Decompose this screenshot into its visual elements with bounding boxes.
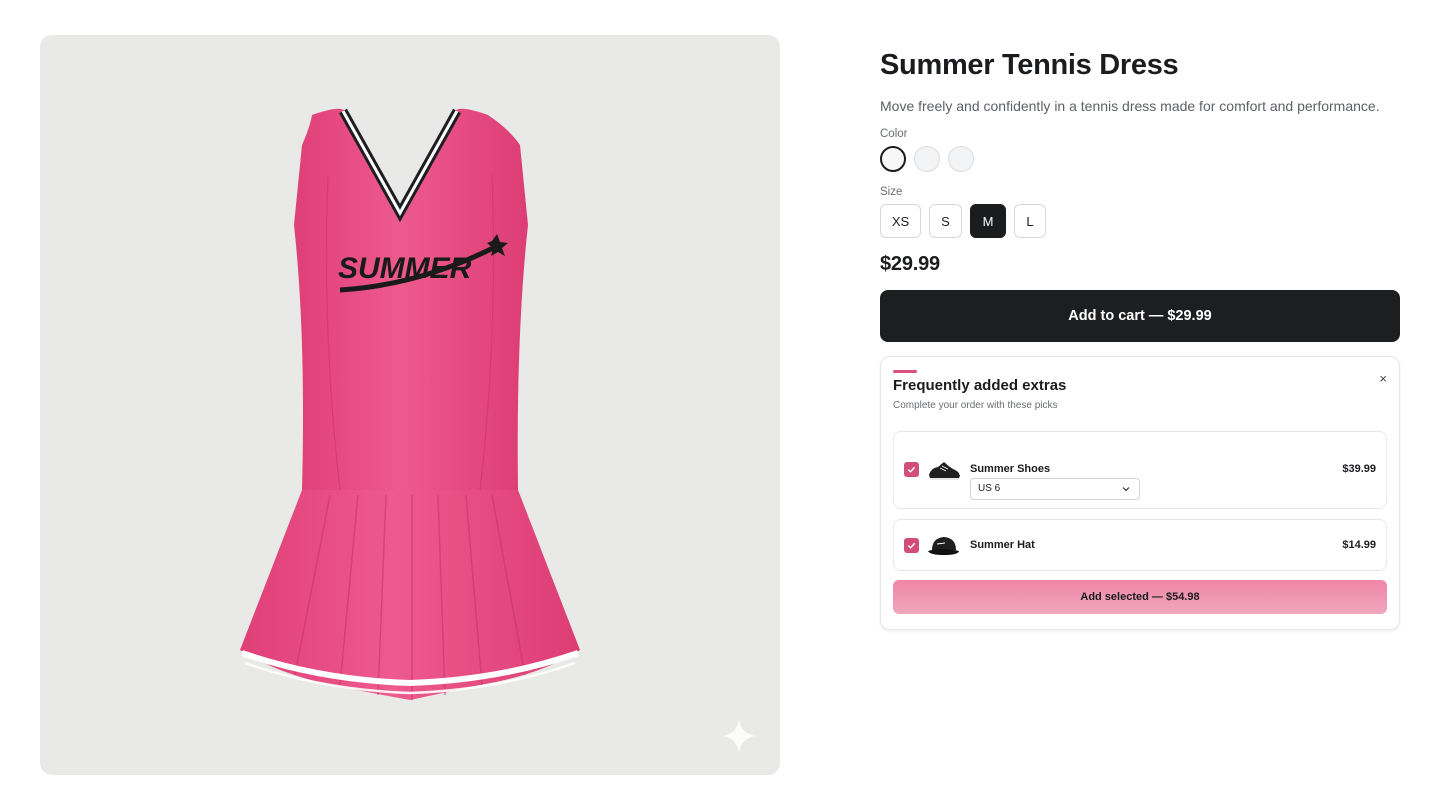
checkbox-summer-hat[interactable] (904, 538, 919, 553)
extras-title: Frequently added extras (893, 377, 1067, 394)
hat-thumbnail-icon (928, 537, 959, 555)
frequently-added-extras-panel: Frequently added extras Complete your or… (880, 356, 1400, 630)
color-label: Color (880, 128, 908, 140)
size-options: XS S M L (880, 204, 1400, 238)
extra-item-summer-hat: Summer Hat $14.99 (893, 519, 1387, 571)
close-icon[interactable]: × (1379, 372, 1387, 385)
shoe-size-select-value: US 6 (978, 483, 1001, 494)
product-description: Move freely and confidently in a tennis … (880, 98, 1380, 114)
color-swatch[interactable] (914, 146, 940, 172)
color-swatches (880, 146, 1400, 172)
size-option-m[interactable]: M (970, 204, 1006, 238)
size-option-l[interactable]: L (1014, 204, 1046, 238)
accent-bar (893, 370, 917, 373)
add-to-cart-button[interactable]: Add to cart — $29.99 (880, 290, 1400, 342)
extra-item-price: $14.99 (1342, 539, 1376, 551)
extra-item-name: Summer Shoes (970, 463, 1051, 475)
add-selected-button[interactable]: Add selected — $54.98 (893, 580, 1387, 614)
size-option-xs[interactable]: XS (880, 204, 921, 238)
product-info: Summer Tennis Dress Move freely and conf… (880, 48, 1400, 630)
color-swatch[interactable] (948, 146, 974, 172)
size-label: Size (880, 186, 903, 198)
extra-item-summer-shoes: Summer Shoes US 6 $39.99 (893, 431, 1387, 509)
sparkle-icon (721, 718, 757, 754)
extra-item-price: $39.99 (1342, 463, 1376, 475)
extra-item-name: Summer Hat (970, 539, 1035, 551)
shoe-size-select[interactable]: US 6 (970, 478, 1140, 500)
checkbox-summer-shoes[interactable] (904, 462, 919, 477)
product-price: $29.99 (880, 253, 940, 275)
chevron-down-icon (1122, 487, 1130, 492)
color-swatch-selected[interactable] (880, 146, 906, 172)
check-icon (907, 466, 916, 473)
product-image: SUMMER (40, 35, 780, 775)
size-option-s[interactable]: S (929, 204, 962, 238)
shoe-thumbnail-icon (929, 462, 960, 480)
tennis-dress-illustration: SUMMER (240, 108, 580, 700)
product-title: Summer Tennis Dress (880, 49, 1179, 81)
dress-print-text: SUMMER (338, 252, 472, 285)
extras-subtitle: Complete your order with these picks (893, 400, 1058, 411)
check-icon (907, 542, 916, 549)
